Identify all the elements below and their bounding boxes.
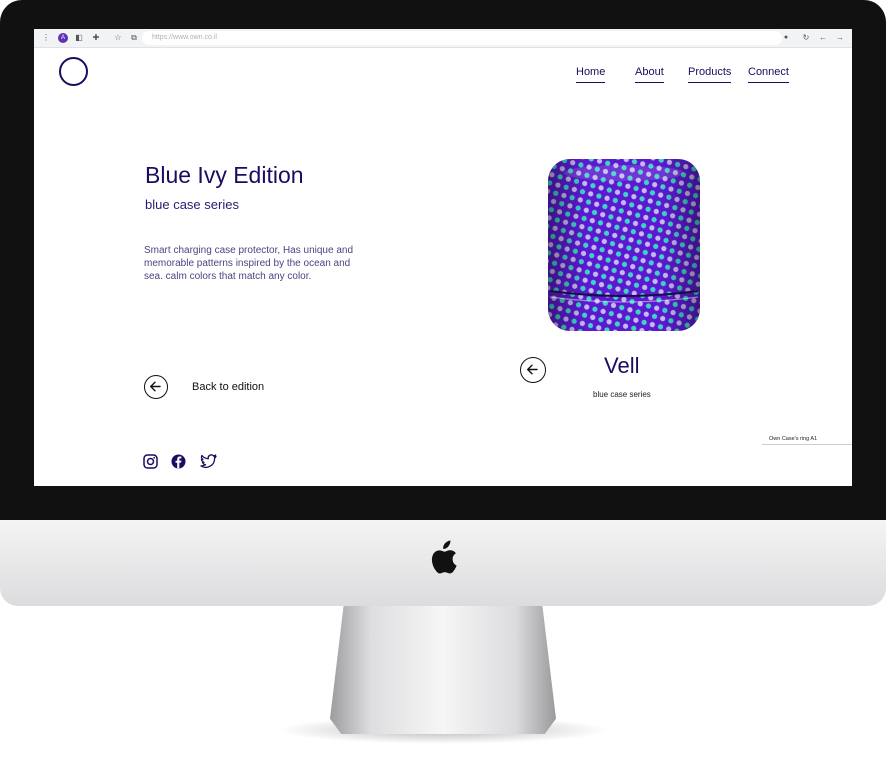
product-name: Vell bbox=[604, 353, 640, 378]
nav-about[interactable]: About bbox=[635, 66, 664, 83]
nav-products[interactable]: Products bbox=[688, 66, 732, 83]
back-to-edition-label[interactable]: Back to edition bbox=[192, 381, 264, 393]
nav-home[interactable]: Home bbox=[576, 66, 606, 83]
facebook-icon[interactable] bbox=[171, 454, 186, 469]
address-bar[interactable]: https://www.own.co.il bbox=[142, 31, 782, 45]
back-arrow-icon[interactable]: ← bbox=[817, 32, 829, 44]
instagram-icon[interactable] bbox=[143, 454, 158, 469]
caption-divider bbox=[762, 444, 852, 445]
share-icon[interactable]: ⧉ bbox=[128, 32, 140, 44]
arrow-left-icon bbox=[527, 364, 538, 375]
product-series: blue case series bbox=[593, 390, 651, 399]
nav-connect[interactable]: Connect bbox=[748, 66, 789, 83]
menu-dots-icon[interactable]: ⋮ bbox=[40, 32, 52, 44]
profile-avatar[interactable]: A bbox=[58, 33, 68, 43]
page-title: Blue Ivy Edition bbox=[145, 162, 304, 188]
previous-product-button[interactable] bbox=[520, 357, 546, 383]
twitter-icon[interactable] bbox=[200, 454, 217, 469]
reload-icon[interactable]: ↻ bbox=[800, 32, 812, 44]
url-text: https://www.own.co.il bbox=[152, 34, 217, 41]
lock-icon: ● bbox=[783, 34, 789, 41]
apple-logo-icon bbox=[431, 540, 457, 574]
back-to-edition-button[interactable] bbox=[144, 375, 168, 399]
extensions-icon[interactable]: ✚ bbox=[90, 32, 102, 44]
product-description: Smart charging case protector, Has uniqu… bbox=[144, 245, 354, 282]
monitor-stand bbox=[330, 606, 556, 734]
browser-toolbar: ⋮ A ◧ ✚ ☆ ⧉ https://www.own.co.il ● ↻ ← … bbox=[34, 29, 852, 48]
arrow-left-icon bbox=[150, 381, 161, 392]
screen: ⋮ A ◧ ✚ ☆ ⧉ https://www.own.co.il ● ↻ ← … bbox=[34, 29, 852, 486]
bookmark-star-icon[interactable]: ☆ bbox=[112, 32, 124, 44]
product-caption: Own Case's ring A1 bbox=[769, 436, 818, 442]
monitor-chin bbox=[0, 520, 886, 606]
forward-arrow-icon[interactable]: → bbox=[834, 32, 846, 44]
sidebar-icon[interactable]: ◧ bbox=[73, 32, 85, 44]
page-subtitle: blue case series bbox=[145, 197, 239, 212]
site-logo[interactable] bbox=[59, 57, 88, 86]
product-image bbox=[548, 159, 700, 331]
